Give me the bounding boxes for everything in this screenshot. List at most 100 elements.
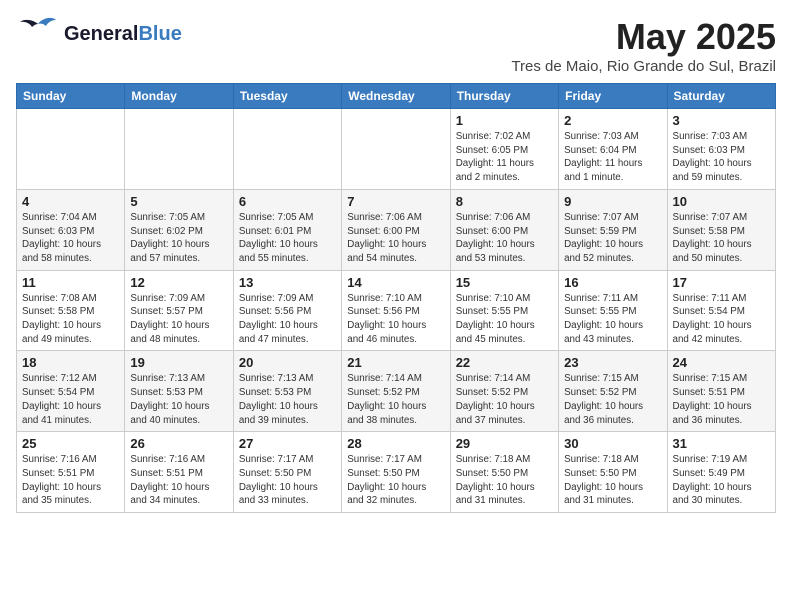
day-number: 20 <box>239 355 336 370</box>
weekday-header-thursday: Thursday <box>450 84 558 109</box>
day-number: 8 <box>456 194 553 209</box>
calendar-day <box>125 109 233 190</box>
calendar-day: 28 Sunrise: 7:17 AM Sunset: 5:50 PM Dayli… <box>342 432 450 513</box>
day-info: Sunrise: 7:07 AM Sunset: 5:59 PM Dayligh… <box>564 211 661 266</box>
day-info: Sunrise: 7:17 AM Sunset: 5:50 PM Dayligh… <box>239 453 336 508</box>
day-number: 23 <box>564 355 661 370</box>
calendar-day: 24Sunrise: 7:15 AM Sunset: 5:51 PM Dayli… <box>667 351 775 432</box>
day-info: Sunrise: 7:15 AM Sunset: 5:51 PM Dayligh… <box>673 372 770 427</box>
calendar-day: 5 Sunrise: 7:05 AM Sunset: 6:02 PM Daylig… <box>125 189 233 270</box>
calendar-day: 20Sunrise: 7:13 AM Sunset: 5:53 PM Dayli… <box>233 351 341 432</box>
calendar-day: 27 Sunrise: 7:17 AM Sunset: 5:50 PM Dayli… <box>233 432 341 513</box>
day-info: Sunrise: 7:19 AM Sunset: 5:49 PM Dayligh… <box>673 453 770 508</box>
day-number: 10 <box>673 194 770 209</box>
day-number: 11 <box>22 275 119 290</box>
day-info: Sunrise: 7:15 AM Sunset: 5:52 PM Dayligh… <box>564 372 661 427</box>
calendar-day: 13Sunrise: 7:09 AM Sunset: 5:56 PM Dayli… <box>233 270 341 351</box>
weekday-header-monday: Monday <box>125 84 233 109</box>
weekday-header-tuesday: Tuesday <box>233 84 341 109</box>
day-number: 26 <box>130 436 227 451</box>
day-info: Sunrise: 7:06 AM Sunset: 6:00 PM Dayligh… <box>456 211 553 266</box>
day-info: Sunrise: 7:18 AM Sunset: 5:50 PM Dayligh… <box>456 453 553 508</box>
calendar-day: 26 Sunrise: 7:16 AM Sunset: 5:51 PM Dayli… <box>125 432 233 513</box>
calendar-week-3: 11Sunrise: 7:08 AM Sunset: 5:58 PM Dayli… <box>17 270 776 351</box>
day-number: 29 <box>456 436 553 451</box>
weekday-header-sunday: Sunday <box>17 84 125 109</box>
calendar-day: 2Sunrise: 7:03 AM Sunset: 6:04 PM Daylig… <box>559 109 667 190</box>
day-info: Sunrise: 7:09 AM Sunset: 5:57 PM Dayligh… <box>130 292 227 347</box>
calendar-day: 25 Sunrise: 7:16 AM Sunset: 5:51 PM Dayli… <box>17 432 125 513</box>
calendar-day: 11Sunrise: 7:08 AM Sunset: 5:58 PM Dayli… <box>17 270 125 351</box>
day-number: 14 <box>347 275 444 290</box>
day-info: Sunrise: 7:16 AM Sunset: 5:51 PM Dayligh… <box>130 453 227 508</box>
calendar-day <box>17 109 125 190</box>
day-info: Sunrise: 7:07 AM Sunset: 5:58 PM Dayligh… <box>673 211 770 266</box>
calendar-day: 30 Sunrise: 7:18 AM Sunset: 5:50 PM Dayli… <box>559 432 667 513</box>
day-info: Sunrise: 7:11 AM Sunset: 5:55 PM Dayligh… <box>564 292 661 347</box>
day-info: Sunrise: 7:03 AM Sunset: 6:04 PM Dayligh… <box>564 130 661 185</box>
day-number: 22 <box>456 355 553 370</box>
day-info: Sunrise: 7:18 AM Sunset: 5:50 PM Dayligh… <box>564 453 661 508</box>
day-number: 13 <box>239 275 336 290</box>
day-info: Sunrise: 7:12 AM Sunset: 5:54 PM Dayligh… <box>22 372 119 427</box>
calendar-day: 17 Sunrise: 7:11 AM Sunset: 5:54 PM Dayli… <box>667 270 775 351</box>
calendar-day: 10 Sunrise: 7:07 AM Sunset: 5:58 PM Dayli… <box>667 189 775 270</box>
logo-blue: Blue <box>138 23 181 45</box>
day-number: 30 <box>564 436 661 451</box>
day-info: Sunrise: 7:13 AM Sunset: 5:53 PM Dayligh… <box>130 372 227 427</box>
calendar-day: 14Sunrise: 7:10 AM Sunset: 5:56 PM Dayli… <box>342 270 450 351</box>
calendar-day: 18 Sunrise: 7:12 AM Sunset: 5:54 PM Dayli… <box>17 351 125 432</box>
day-number: 18 <box>22 355 119 370</box>
day-number: 4 <box>22 194 119 209</box>
calendar-header: SundayMondayTuesdayWednesdayThursdayFrid… <box>17 84 776 109</box>
day-info: Sunrise: 7:11 AM Sunset: 5:54 PM Dayligh… <box>673 292 770 347</box>
calendar-day: 19Sunrise: 7:13 AM Sunset: 5:53 PM Dayli… <box>125 351 233 432</box>
day-number: 17 <box>673 275 770 290</box>
calendar-week-1: 1Sunrise: 7:02 AM Sunset: 6:05 PM Daylig… <box>17 109 776 190</box>
day-number: 27 <box>239 436 336 451</box>
weekday-header-wednesday: Wednesday <box>342 84 450 109</box>
calendar-day: 6Sunrise: 7:05 AM Sunset: 6:01 PM Daylig… <box>233 189 341 270</box>
calendar-day: 22Sunrise: 7:14 AM Sunset: 5:52 PM Dayli… <box>450 351 558 432</box>
calendar-day: 16 Sunrise: 7:11 AM Sunset: 5:55 PM Dayli… <box>559 270 667 351</box>
calendar-day: 3Sunrise: 7:03 AM Sunset: 6:03 PM Daylig… <box>667 109 775 190</box>
day-number: 9 <box>564 194 661 209</box>
calendar-body: 1Sunrise: 7:02 AM Sunset: 6:05 PM Daylig… <box>17 109 776 513</box>
calendar-day: 9 Sunrise: 7:07 AM Sunset: 5:59 PM Daylig… <box>559 189 667 270</box>
day-info: Sunrise: 7:17 AM Sunset: 5:50 PM Dayligh… <box>347 453 444 508</box>
title-block: May 2025 Tres de Maio, Rio Grande do Sul… <box>511 16 776 75</box>
logo-general: General <box>64 23 138 45</box>
day-number: 25 <box>22 436 119 451</box>
day-number: 6 <box>239 194 336 209</box>
calendar-week-5: 25 Sunrise: 7:16 AM Sunset: 5:51 PM Dayli… <box>17 432 776 513</box>
day-info: Sunrise: 7:03 AM Sunset: 6:03 PM Dayligh… <box>673 130 770 185</box>
day-number: 5 <box>130 194 227 209</box>
calendar-day: 12 Sunrise: 7:09 AM Sunset: 5:57 PM Dayli… <box>125 270 233 351</box>
weekday-header-friday: Friday <box>559 84 667 109</box>
calendar-day: 23 Sunrise: 7:15 AM Sunset: 5:52 PM Dayli… <box>559 351 667 432</box>
day-info: Sunrise: 7:05 AM Sunset: 6:02 PM Dayligh… <box>130 211 227 266</box>
calendar-day: 29 Sunrise: 7:18 AM Sunset: 5:50 PM Dayli… <box>450 432 558 513</box>
month-title: May 2025 <box>511 16 776 58</box>
calendar-day: 1Sunrise: 7:02 AM Sunset: 6:05 PM Daylig… <box>450 109 558 190</box>
calendar-day: 15Sunrise: 7:10 AM Sunset: 5:55 PM Dayli… <box>450 270 558 351</box>
day-number: 12 <box>130 275 227 290</box>
calendar-day <box>233 109 341 190</box>
calendar-day: 4Sunrise: 7:04 AM Sunset: 6:03 PM Daylig… <box>17 189 125 270</box>
day-info: Sunrise: 7:06 AM Sunset: 6:00 PM Dayligh… <box>347 211 444 266</box>
calendar-day: 7Sunrise: 7:06 AM Sunset: 6:00 PM Daylig… <box>342 189 450 270</box>
day-number: 31 <box>673 436 770 451</box>
weekday-header-saturday: Saturday <box>667 84 775 109</box>
day-number: 21 <box>347 355 444 370</box>
day-number: 16 <box>564 275 661 290</box>
day-info: Sunrise: 7:10 AM Sunset: 5:55 PM Dayligh… <box>456 292 553 347</box>
page-header: GeneralBlue May 2025 Tres de Maio, Rio G… <box>16 16 776 75</box>
weekday-header-row: SundayMondayTuesdayWednesdayThursdayFrid… <box>17 84 776 109</box>
location: Tres de Maio, Rio Grande do Sul, Brazil <box>511 58 776 75</box>
day-info: Sunrise: 7:16 AM Sunset: 5:51 PM Dayligh… <box>22 453 119 508</box>
logo-icon <box>16 16 60 52</box>
calendar-week-2: 4Sunrise: 7:04 AM Sunset: 6:03 PM Daylig… <box>17 189 776 270</box>
day-info: Sunrise: 7:14 AM Sunset: 5:52 PM Dayligh… <box>347 372 444 427</box>
day-number: 28 <box>347 436 444 451</box>
calendar-table: SundayMondayTuesdayWednesdayThursdayFrid… <box>16 83 776 513</box>
